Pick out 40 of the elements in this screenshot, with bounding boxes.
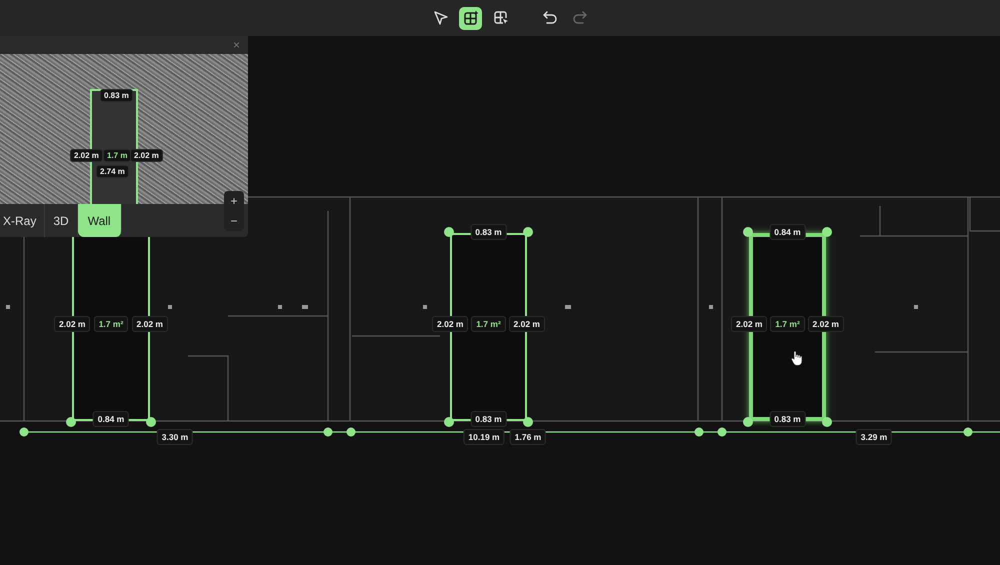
dimension-label: 1.76 m [510,429,546,445]
corner-handle[interactable] [523,417,533,427]
width-label: 0.84 m [92,411,130,427]
dimension-label: 3.29 m [856,429,892,445]
undo-icon [542,10,558,26]
corner-handle[interactable] [822,417,832,427]
width-label: 0.83 m [769,411,806,427]
pointer-icon [432,10,448,26]
zoom-out-button[interactable]: − [224,211,244,231]
area-label: 1.7 m [103,149,132,162]
area-label: 1.7 m² [94,316,128,332]
height-label: 2.02 m [132,316,168,332]
area-label: 1.7 m² [770,316,805,332]
grid-pointer-icon [492,10,508,26]
dimension-label: 3.30 m [156,429,194,445]
height-label: 2.02 m [808,316,844,332]
corner-handle[interactable] [743,417,753,427]
corner-handle[interactable] [146,417,156,427]
height-label: 2.02 m [432,316,468,332]
height-label: 2.02 m [70,149,103,162]
height-label: 2.02 m [130,149,163,162]
view-tab[interactable]: X-Ray [0,204,46,237]
width-label: 0.84 m [769,224,806,240]
height-label: 2.02 m [731,316,768,332]
zoom-in-button[interactable]: + [224,191,244,211]
height-label: 2.02 m [508,316,545,332]
width-label: 0.83 m [100,89,133,102]
width-label: 0.83 m [470,224,507,240]
grid-plus-icon [462,10,478,26]
dimension-label: 10.19 m [463,429,505,445]
hand-cursor-icon [790,350,804,366]
width-label: 2.74 m [96,165,129,178]
width-label: 0.83 m [470,411,507,427]
redo-icon [572,10,588,26]
area-label: 1.7 m² [471,316,506,332]
corner-handle[interactable] [66,417,76,427]
view-tab[interactable]: Wall [78,204,122,237]
corner-handle[interactable] [444,417,454,427]
grid-plus-tool-button[interactable] [459,6,482,30]
height-label: 2.02 m [54,316,90,332]
